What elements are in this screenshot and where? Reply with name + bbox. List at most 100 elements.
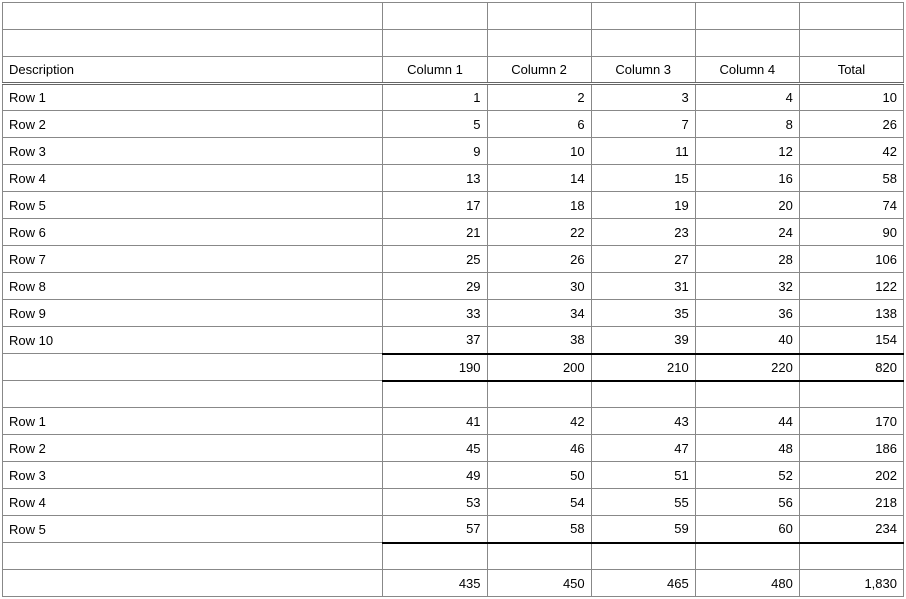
grand-total-c1: 435 — [383, 570, 487, 597]
cell-label: Row 5 — [3, 516, 383, 543]
cell-value: 218 — [799, 489, 903, 516]
cell-value: 18 — [487, 192, 591, 219]
cell-value: 234 — [799, 516, 903, 543]
cell-value: 5 — [383, 111, 487, 138]
cell-value: 38 — [487, 327, 591, 354]
empty-cell — [695, 3, 799, 30]
cell-value: 170 — [799, 408, 903, 435]
cell-value: 9 — [383, 138, 487, 165]
cell-value: 33 — [383, 300, 487, 327]
cell-value: 12 — [695, 138, 799, 165]
grand-total-label — [3, 570, 383, 597]
table-row: Row 41314151658 — [3, 165, 904, 192]
table-row: Row 245464748186 — [3, 435, 904, 462]
cell-value: 52 — [695, 462, 799, 489]
cell-value: 44 — [695, 408, 799, 435]
cell-value: 29 — [383, 273, 487, 300]
table-row: Row 933343536138 — [3, 300, 904, 327]
empty-cell — [591, 381, 695, 408]
cell-value: 3 — [591, 84, 695, 111]
empty-cell — [3, 381, 383, 408]
cell-value: 4 — [695, 84, 799, 111]
cell-value: 56 — [695, 489, 799, 516]
cell-value: 49 — [383, 462, 487, 489]
table-row: Row 453545556218 — [3, 489, 904, 516]
header-col2: Column 2 — [487, 57, 591, 84]
cell-value: 122 — [799, 273, 903, 300]
empty-cell — [487, 381, 591, 408]
empty-cell — [695, 543, 799, 570]
cell-label: Row 4 — [3, 489, 383, 516]
cell-value: 59 — [591, 516, 695, 543]
cell-label: Row 1 — [3, 84, 383, 111]
subtotal-label — [3, 354, 383, 381]
cell-value: 13 — [383, 165, 487, 192]
cell-value: 6 — [487, 111, 591, 138]
cell-value: 25 — [383, 246, 487, 273]
cell-value: 16 — [695, 165, 799, 192]
cell-value: 17 — [383, 192, 487, 219]
cell-label: Row 2 — [3, 435, 383, 462]
empty-cell — [383, 543, 487, 570]
cell-value: 40 — [695, 327, 799, 354]
empty-cell — [591, 3, 695, 30]
cell-value: 37 — [383, 327, 487, 354]
empty-cell — [695, 381, 799, 408]
cell-value: 21 — [383, 219, 487, 246]
table-row: Row 51718192074 — [3, 192, 904, 219]
cell-label: Row 6 — [3, 219, 383, 246]
cell-value: 202 — [799, 462, 903, 489]
subtotal-c4: 220 — [695, 354, 799, 381]
table-row: Row 557585960234 — [3, 516, 904, 543]
cell-value: 50 — [487, 462, 591, 489]
empty-cell — [487, 30, 591, 57]
cell-value: 10 — [487, 138, 591, 165]
empty-cell — [591, 543, 695, 570]
cell-value: 15 — [591, 165, 695, 192]
subtotal-total: 820 — [799, 354, 903, 381]
empty-cell — [383, 30, 487, 57]
blank-row — [3, 543, 904, 570]
cell-label: Row 8 — [3, 273, 383, 300]
cell-value: 42 — [799, 138, 903, 165]
header-col3: Column 3 — [591, 57, 695, 84]
cell-value: 39 — [591, 327, 695, 354]
cell-value: 46 — [487, 435, 591, 462]
subtotal-row: 190 200 210 220 820 — [3, 354, 904, 381]
cell-value: 11 — [591, 138, 695, 165]
cell-value: 41 — [383, 408, 487, 435]
blank-row — [3, 3, 904, 30]
cell-value: 10 — [799, 84, 903, 111]
cell-label: Row 1 — [3, 408, 383, 435]
empty-cell — [487, 543, 591, 570]
cell-label: Row 7 — [3, 246, 383, 273]
cell-value: 57 — [383, 516, 487, 543]
empty-cell — [3, 3, 383, 30]
cell-value: 34 — [487, 300, 591, 327]
cell-value: 58 — [799, 165, 903, 192]
cell-label: Row 9 — [3, 300, 383, 327]
cell-label: Row 3 — [3, 138, 383, 165]
cell-value: 1 — [383, 84, 487, 111]
empty-cell — [383, 381, 487, 408]
cell-label: Row 10 — [3, 327, 383, 354]
cell-label: Row 3 — [3, 462, 383, 489]
cell-label: Row 5 — [3, 192, 383, 219]
empty-cell — [591, 30, 695, 57]
empty-cell — [3, 30, 383, 57]
empty-cell — [799, 543, 903, 570]
table-row: Row 725262728106 — [3, 246, 904, 273]
table-row: Row 829303132122 — [3, 273, 904, 300]
header-description: Description — [3, 57, 383, 84]
cell-value: 47 — [591, 435, 695, 462]
cell-value: 19 — [591, 192, 695, 219]
cell-value: 186 — [799, 435, 903, 462]
table-row: Row 3910111242 — [3, 138, 904, 165]
cell-value: 23 — [591, 219, 695, 246]
header-col1: Column 1 — [383, 57, 487, 84]
header-total: Total — [799, 57, 903, 84]
cell-value: 28 — [695, 246, 799, 273]
cell-value: 138 — [799, 300, 903, 327]
cell-value: 48 — [695, 435, 799, 462]
grand-total-c4: 480 — [695, 570, 799, 597]
